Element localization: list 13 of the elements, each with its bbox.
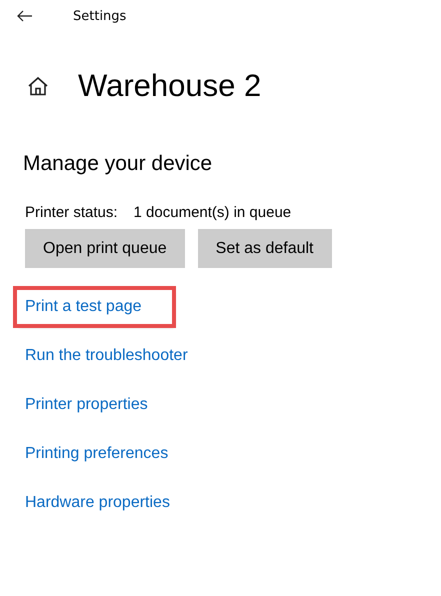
- action-button[interactable]: Set as default: [198, 229, 332, 268]
- status-label: Printer status:: [25, 204, 118, 221]
- link[interactable]: Run the troubleshooter: [25, 339, 188, 373]
- link[interactable]: Printer properties: [25, 388, 148, 422]
- back-icon[interactable]: [17, 10, 33, 22]
- section-title: Manage your device: [23, 152, 214, 176]
- link[interactable]: Hardware properties: [25, 486, 170, 520]
- action-button[interactable]: Open print queue: [25, 229, 185, 268]
- window-title: Settings: [73, 8, 126, 24]
- link[interactable]: Printing preferences: [25, 437, 168, 471]
- status-value: 1 document(s) in queue: [134, 204, 292, 221]
- page-title: Warehouse 2: [78, 68, 262, 104]
- home-icon[interactable]: [27, 76, 49, 96]
